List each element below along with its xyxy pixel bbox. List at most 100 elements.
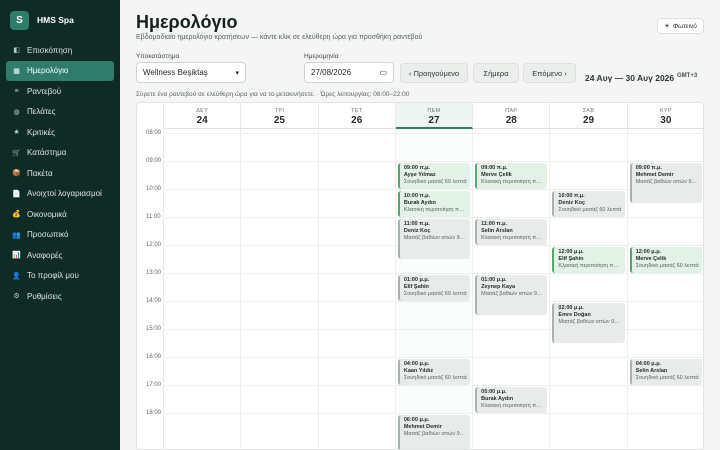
list-icon: ≡ — [14, 87, 19, 95]
sidebar-item-list[interactable]: ≡ Ραντεβού — [6, 81, 114, 102]
sidebar-item-label: Προσωπικό — [27, 230, 69, 240]
day-name: ΤΕΤ — [351, 108, 363, 114]
appointment-service: Μασάζ βαθιών ιστών 90 λεπτά — [403, 431, 468, 438]
sidebar-item-staff[interactable]: 👥 Προσωπικό — [6, 225, 114, 246]
sidebar-item-calendar[interactable]: ▦ Ημερολόγιο — [6, 60, 114, 81]
appointment-client: Deniz Koç — [558, 200, 586, 207]
appointment-service: Κλασική περιποίηση προσώπου — [558, 263, 622, 270]
hour-gridline — [164, 413, 703, 414]
day-header: ΔΕΥ 24 — [164, 103, 242, 129]
appointment-card[interactable]: 06:00 μ.μ. Mehmet Demir Μασάζ βαθιών ιστών… — [397, 415, 471, 449]
appointment-card[interactable]: 01:00 μ.μ. Elif Şahin Σουηδικό μασάζ 60 λε… — [397, 275, 471, 301]
appointment-card[interactable]: 12:00 μ.μ. Elif Şahin Κλασική περιποίηση π… — [552, 247, 625, 273]
chart-icon: 📊 — [12, 252, 21, 260]
day-number: 27 — [428, 115, 440, 126]
appointment-card[interactable]: 09:00 π.μ. Ayşe Yılmaz Σουηδικό μασάζ 60 λ… — [397, 163, 471, 189]
appointment-card[interactable]: 09:00 π.μ. Mehmet Demir Μασάζ βαθιών ιστών… — [629, 163, 702, 203]
day-header: ΤΡΙ 25 — [241, 103, 319, 129]
branch-select[interactable]: Wellness Beşiktaş ▾ — [136, 62, 246, 83]
day-column-29[interactable] — [550, 129, 628, 449]
date-input[interactable]: 27/08/2026 ▭ — [304, 62, 394, 83]
prev-week-button[interactable]: ‹ Προηγούμενο — [400, 63, 468, 83]
sidebar-item-receipt[interactable]: 📄 Ανοιχτοί λογαριασμοί — [6, 184, 114, 205]
day-header: ΤΕΤ 26 — [318, 103, 396, 129]
sidebar-item-star[interactable]: ★ Κριτικές — [6, 122, 114, 143]
hour-gridline — [164, 189, 703, 190]
appointment-service: Σουηδικό μασάζ 60 λεπτά — [403, 375, 467, 382]
sidebar-item-label: Κατάστημα — [27, 148, 67, 158]
sidebar-item-gear[interactable]: ⚙ Ρυθμίσεις — [6, 286, 114, 307]
brand-logo: S — [10, 10, 29, 30]
hour-gridline — [164, 133, 703, 134]
sidebar-item-label: Ραντεβού — [27, 86, 62, 96]
star-icon: ★ — [13, 129, 20, 137]
next-week-button[interactable]: Επόμενο › — [523, 63, 576, 83]
timezone-label: GMT+3 — [677, 73, 698, 79]
day-column-25[interactable] — [241, 129, 319, 449]
date-label: Ημερομηνία — [304, 53, 339, 60]
appointment-time: 11:00 π.μ. — [481, 221, 508, 227]
day-column-24[interactable] — [164, 129, 242, 449]
today-button[interactable]: Σήμερα — [473, 63, 519, 83]
appointment-time: 12:00 μ.μ. — [635, 249, 662, 255]
day-name: ΠΕΜ — [427, 108, 441, 114]
user-icon: 👤 — [12, 272, 21, 280]
appointment-card[interactable]: 10:00 π.μ. Burak Aydın Κλασική περιποίηση … — [397, 191, 471, 217]
appointment-client: Zeynep Kaya — [481, 284, 516, 291]
appointment-card[interactable]: 05:00 μ.μ. Burak Aydın Κλασική περιποίηση … — [475, 387, 548, 413]
sidebar-item-label: Το προφίλ μου — [27, 271, 79, 281]
appointment-card[interactable]: 11:00 π.μ. Deniz Koç Μασάζ βαθιών ιστών 90… — [397, 219, 471, 259]
appointment-card[interactable]: 11:00 π.μ. Selin Arslan Κλασική περιποίηση… — [475, 219, 548, 245]
day-header: ΣΑΒ 29 — [550, 103, 628, 129]
brand[interactable]: S HMS Spa — [10, 10, 74, 30]
appointment-card[interactable]: 04:00 μ.μ. Kaan Yıldız Σουηδικό μασάζ 60 λ… — [397, 359, 471, 385]
appointment-client: Selin Arslan — [635, 368, 668, 375]
hour-gridline — [164, 357, 703, 358]
week-range: 24 Αυγ — 30 Αυγ 2026 — [585, 73, 675, 83]
theme-toggle-button[interactable]: ☀ Φωτεινό — [657, 18, 704, 34]
sidebar-item-user[interactable]: 👤 Το προφίλ μου — [6, 266, 114, 287]
chevron-down-icon: ▾ — [235, 69, 239, 77]
branch-label: Υποκατάστημα — [136, 53, 180, 60]
calendar-icon: ▦ — [13, 67, 20, 75]
appointment-time: 02:00 μ.μ. — [558, 305, 584, 311]
appointment-client: Kaan Yıldız — [403, 368, 434, 375]
day-number: 26 — [351, 115, 363, 126]
page-subtitle: Εβδομαδιαίο ημερολόγιο κρατήσεων — κάντε… — [136, 34, 423, 41]
appointment-time: 10:00 π.μ. — [558, 193, 585, 199]
sidebar-item-label: Πελάτες — [27, 107, 56, 117]
appointment-time: 01:00 μ.μ. — [481, 277, 507, 283]
day-column-26[interactable] — [319, 129, 396, 449]
day-name: ΚΥΡ — [659, 108, 672, 114]
day-header: ΠΑΡ 28 — [473, 103, 551, 129]
page-title: Ημερολόγιο — [136, 12, 238, 32]
appointment-card[interactable]: 12:00 μ.μ. Merve Çelik Σουηδικό μασάζ 60 λ… — [629, 247, 702, 273]
sidebar-item-package[interactable]: 📦 Πακέτα — [6, 163, 114, 184]
appointment-time: 01:00 μ.μ. — [403, 277, 430, 283]
sidebar-nav: ◧ Επισκόπηση ▦ Ημερολόγιο ≡ Ραντεβού ◍ Πελάτες ★… — [6, 40, 114, 307]
sidebar-item-clients[interactable]: ◍ Πελάτες — [6, 102, 114, 123]
day-number: 28 — [505, 115, 517, 126]
appointment-service: Σουηδικό μασάζ 60 λεπτά — [635, 263, 699, 270]
package-icon: 📦 — [12, 170, 21, 178]
appointment-service: Σουηδικό μασάζ 60 λεπτά — [403, 291, 467, 298]
appointment-client: Elif Şahin — [558, 256, 584, 263]
sidebar-item-cart[interactable]: 🛒 Κατάστημα — [6, 143, 114, 164]
appointment-card[interactable]: 04:00 μ.μ. Selin Arslan Σουηδικό μασάζ 60 … — [629, 359, 702, 385]
appointment-card[interactable]: 02:00 μ.μ. Emre Doğan Μασάζ βαθιών ιστών 9… — [552, 303, 625, 343]
hour-gridline — [164, 217, 703, 218]
appointment-client: Selin Arslan — [481, 228, 513, 235]
appointment-card[interactable]: 09:00 π.μ. Merve Çelik Κλασική περιποίηση … — [475, 163, 548, 189]
appointment-card[interactable]: 10:00 π.μ. Deniz Koç Σουηδικό μασάζ 60 λεπ… — [552, 191, 625, 217]
sidebar-item-dashboard[interactable]: ◧ Επισκόπηση — [6, 40, 114, 61]
sidebar-item-money[interactable]: 💰 Οικονομικά — [6, 204, 114, 225]
staff-icon: 👥 — [12, 231, 21, 239]
time-column — [137, 103, 164, 449]
sidebar-item-chart[interactable]: 📊 Αναφορές — [6, 245, 114, 266]
dashboard-icon: ◧ — [13, 47, 20, 55]
appointment-card[interactable]: 01:00 μ.μ. Zeynep Kaya Μασάζ βαθιών ιστών … — [475, 275, 548, 315]
sidebar-item-label: Αναφορές — [27, 250, 63, 260]
hour-label: 18:00 — [146, 410, 162, 416]
day-number: 24 — [196, 115, 208, 126]
hour-label: 17:00 — [146, 382, 162, 388]
